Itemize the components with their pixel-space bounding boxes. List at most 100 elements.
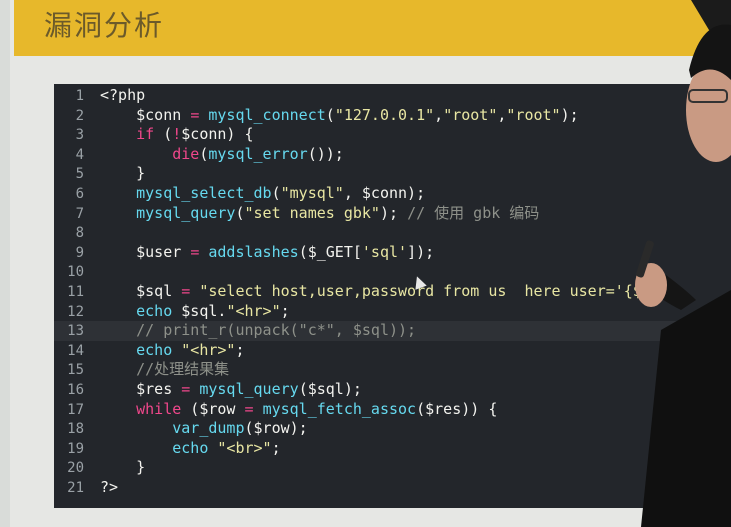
line-number: 8 xyxy=(75,225,84,242)
code-token: ($row xyxy=(181,399,245,418)
code-line: 4 die(mysql_error()); xyxy=(54,145,731,165)
code-token: "root" xyxy=(443,105,498,124)
code-line: 18 var_dump($row); xyxy=(54,419,731,439)
code-token: ]); xyxy=(407,242,435,261)
code-token: $user xyxy=(100,242,191,261)
line-number: 17 xyxy=(67,401,84,418)
code-line: 7 mysql_query("set names gbk"); // 使用 gb… xyxy=(54,204,731,224)
line-number: 15 xyxy=(67,362,84,379)
code-token: "<hr>" xyxy=(226,301,281,320)
code-token: echo xyxy=(172,438,209,457)
code-line: 9 $user = addslashes($_GET['sql']); xyxy=(54,243,731,263)
line-number: 5 xyxy=(75,166,84,183)
code-token: = xyxy=(190,242,200,261)
code-line: 12 echo $sql."<hr>"; xyxy=(54,302,731,322)
code-line: 19 echo "<br>"; xyxy=(54,439,731,459)
code-token: "<br>" xyxy=(217,438,272,457)
line-number: 3 xyxy=(75,127,84,144)
code-token: ( xyxy=(235,203,245,222)
line-number: 13 xyxy=(67,323,84,340)
code-token: <?php xyxy=(100,86,146,104)
code-token: addslashes xyxy=(208,242,299,261)
line-number: 9 xyxy=(75,244,84,261)
code-token: if xyxy=(136,125,155,144)
code-line: 15 //处理结果集 xyxy=(54,360,731,380)
code-line: 14 echo "<hr>"; xyxy=(54,341,731,361)
code-token: var_dump xyxy=(172,419,245,438)
code-token: $conn) { xyxy=(181,125,254,144)
line-number: 18 xyxy=(67,421,84,438)
slide-title-bar: 漏洞分析 xyxy=(14,0,731,56)
slide-title: 漏洞分析 xyxy=(44,9,165,42)
code-token: "mysql" xyxy=(280,184,344,202)
line-number: 14 xyxy=(67,342,84,359)
code-token: echo xyxy=(136,340,173,359)
code-token: ($_GET[ xyxy=(298,242,362,261)
code-token: ()); xyxy=(307,144,344,163)
code-token: ! xyxy=(172,125,182,144)
code-token: 'sql' xyxy=(361,242,408,261)
code-token: ; xyxy=(271,438,281,457)
code-token: mysql_fetch_assoc xyxy=(262,399,417,418)
code-token: $sql xyxy=(100,282,182,300)
code-line: 20 } xyxy=(54,458,731,478)
line-number: 1 xyxy=(75,88,84,104)
code-token: //处理结果集 xyxy=(100,360,230,379)
code-token: mysql_connect xyxy=(208,105,326,124)
line-number: 19 xyxy=(67,440,84,457)
code-line: 2 $conn = mysql_connect("127.0.0.1","roo… xyxy=(54,106,731,126)
code-line: 11 $sql = "select host,user,password fro… xyxy=(54,282,731,302)
code-token: = xyxy=(244,399,254,418)
line-number: 6 xyxy=(75,186,84,202)
code-token: "root" xyxy=(506,105,561,124)
code-token: mysql_select_db xyxy=(136,184,272,202)
code-line: 13 // print_r(unpack("c*", $sql)); xyxy=(54,321,731,341)
code-token: ($row); xyxy=(244,419,308,438)
code-token: ($sql); xyxy=(298,380,362,398)
code-line: 3 if (!$conn) { xyxy=(54,125,731,145)
line-number: 10 xyxy=(67,264,84,281)
line-number: 16 xyxy=(67,382,84,398)
code-token: die xyxy=(172,144,200,163)
code-token: = xyxy=(190,105,200,124)
code-line: 5 } xyxy=(54,164,731,184)
code-token: ( xyxy=(325,105,335,124)
line-number: 20 xyxy=(67,460,84,477)
code-token: mysql_error xyxy=(208,144,308,163)
line-number: 2 xyxy=(75,107,84,124)
code-token: } xyxy=(100,164,146,183)
line-number: 11 xyxy=(67,284,84,300)
line-number: 4 xyxy=(75,146,84,163)
code-token: // print_r(unpack("c*", $sql)); xyxy=(100,321,417,340)
code-token: "<hr>" xyxy=(181,340,236,359)
code-editor: 1 <?php 2 $conn = mysql_connect("127.0.0.1… xyxy=(54,84,731,508)
code-token: $conn xyxy=(100,105,191,124)
code-token: ( xyxy=(154,125,173,144)
code-token: echo xyxy=(136,301,173,320)
code-token: while xyxy=(136,399,182,418)
code-token: ( xyxy=(271,184,281,202)
code-line: 16 $res = mysql_query($sql); xyxy=(54,380,731,400)
code-token: "set names gbk" xyxy=(244,203,380,222)
line-number: 7 xyxy=(75,205,84,222)
code-line: 6 mysql_select_db("mysql", $conn); xyxy=(54,184,731,204)
code-token: } xyxy=(100,458,146,477)
code-token: = xyxy=(181,282,191,300)
code-token: ); xyxy=(379,203,408,222)
code-token: ($res)) { xyxy=(416,399,498,418)
code-token: // 使用 gbk 编码 xyxy=(407,203,540,222)
code-line: 1 <?php xyxy=(54,86,731,106)
code-token: ); xyxy=(560,105,579,124)
code-line: 10 xyxy=(54,262,731,282)
